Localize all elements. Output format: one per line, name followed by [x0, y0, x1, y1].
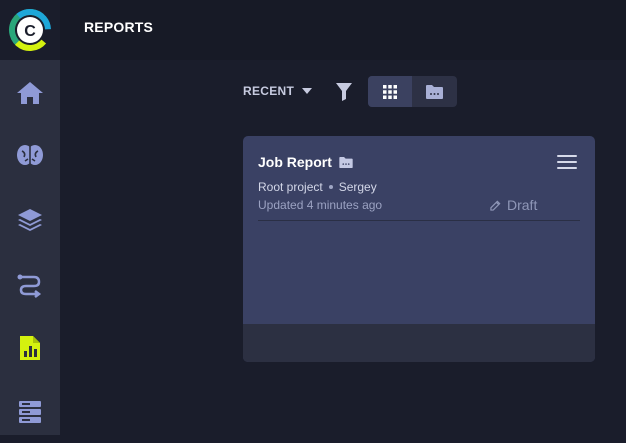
report-status-label: Draft — [507, 197, 538, 213]
report-status: Draft — [490, 197, 537, 213]
card-menu-button[interactable] — [557, 155, 577, 169]
report-title-row: Job Report — [258, 154, 353, 170]
card-footer — [243, 324, 595, 362]
sort-dropdown[interactable]: RECENT — [243, 84, 313, 98]
card-divider — [258, 220, 580, 221]
server-icon — [19, 401, 41, 423]
grid-icon — [383, 84, 397, 99]
caret-down-icon — [302, 88, 313, 94]
report-project: Root project — [258, 180, 323, 194]
folder-icon — [339, 156, 353, 168]
sidebar-item-workers[interactable] — [0, 381, 60, 443]
page-title: REPORTS — [84, 19, 154, 35]
svg-text:C: C — [24, 23, 36, 40]
sidebar: C — [0, 0, 60, 435]
separator-dot — [328, 185, 333, 189]
logo-icon: C — [9, 9, 51, 51]
filter-button[interactable] — [334, 82, 354, 102]
home-icon — [17, 82, 43, 104]
filter-icon — [336, 83, 352, 101]
brain-icon — [17, 145, 43, 165]
app-logo[interactable]: C — [0, 0, 60, 60]
menu-icon — [557, 155, 577, 157]
report-card[interactable]: Job Report Root project Sergey Updated 4… — [243, 136, 595, 362]
report-title[interactable]: Job Report — [258, 154, 332, 170]
folder-icon — [425, 84, 443, 99]
sidebar-item-models[interactable] — [0, 124, 60, 186]
pencil-icon — [490, 200, 501, 211]
sidebar-item-home[interactable] — [0, 62, 60, 124]
sidebar-item-pipelines[interactable] — [0, 254, 60, 316]
folder-view-button[interactable] — [412, 76, 456, 107]
reports-icon — [20, 336, 40, 360]
report-updated: Updated 4 minutes ago — [258, 198, 383, 212]
pipelines-icon — [17, 274, 42, 298]
layers-icon — [18, 209, 42, 231]
report-meta: Root project Sergey — [258, 180, 377, 194]
top-bar: REPORTS — [60, 0, 626, 60]
sort-label: RECENT — [243, 84, 295, 98]
sidebar-item-reports[interactable] — [0, 317, 60, 379]
view-toggle — [368, 76, 457, 107]
grid-view-button[interactable] — [368, 76, 412, 107]
report-user: Sergey — [338, 180, 377, 194]
sidebar-item-datasets[interactable] — [0, 188, 60, 250]
